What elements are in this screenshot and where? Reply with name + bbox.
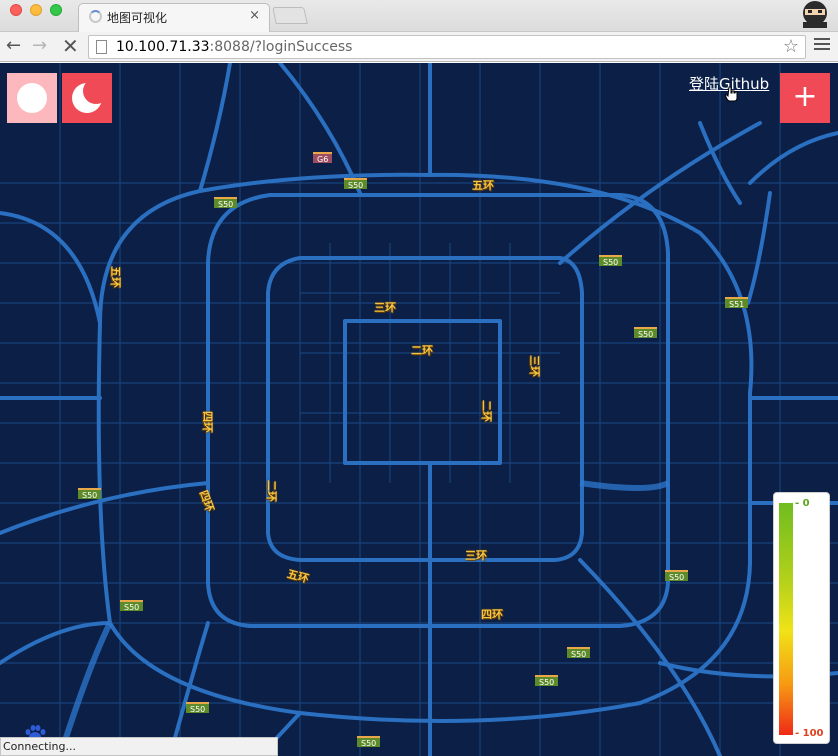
road-label: 五环 bbox=[109, 266, 122, 288]
highway-shield: G6 bbox=[313, 152, 333, 164]
hand-cursor-icon bbox=[725, 86, 738, 102]
bookmark-star-icon[interactable]: ☆ bbox=[783, 36, 799, 57]
road-label: 三环 bbox=[374, 301, 396, 314]
back-button[interactable]: ← bbox=[6, 36, 21, 56]
browser-toolbar: ← → ✕ 10.100.71.33:8088/?loginSuccess ☆ bbox=[0, 32, 838, 62]
road-label: 二环 bbox=[411, 344, 433, 357]
highway-shield: S50 bbox=[186, 702, 210, 714]
minimize-window-button[interactable] bbox=[30, 4, 42, 16]
highway-shield: S50 bbox=[665, 570, 689, 582]
road-label: 三环 bbox=[465, 549, 487, 562]
sun-icon bbox=[17, 83, 47, 113]
loading-spinner-icon bbox=[89, 10, 102, 23]
traffic-map[interactable]: G6 S50 S50 S50 S51 S50 S50 S50 S50 S50 S… bbox=[0, 63, 838, 756]
browser-status-bar: Connecting... bbox=[0, 737, 278, 756]
url-host: 10.100.71.33 bbox=[116, 39, 210, 55]
day-mode-button[interactable] bbox=[7, 73, 57, 123]
add-button[interactable]: + bbox=[780, 73, 830, 123]
highway-shield: S50 bbox=[567, 647, 591, 659]
highway-shield: S50 bbox=[535, 675, 559, 687]
legend-max-label: - 0 bbox=[795, 498, 810, 509]
road-label: 四环 bbox=[201, 411, 214, 433]
highway-shield: S50 bbox=[634, 327, 658, 339]
url-text[interactable]: 10.100.71.33:8088/?loginSuccess bbox=[116, 39, 352, 55]
close-window-button[interactable] bbox=[10, 4, 22, 16]
highway-shield: S50 bbox=[357, 736, 381, 748]
forward-button[interactable]: → bbox=[32, 36, 47, 56]
highway-shield: S50 bbox=[120, 600, 144, 612]
legend-min-label: - 100 bbox=[795, 728, 824, 739]
road-label: 二环 bbox=[480, 400, 493, 422]
browser-menu-icon[interactable] bbox=[814, 38, 830, 52]
road-label: 三环 bbox=[528, 355, 541, 377]
browser-titlebar: 地图可视化 × bbox=[0, 0, 838, 32]
road-network bbox=[0, 63, 838, 756]
profile-avatar-icon[interactable] bbox=[800, 0, 830, 28]
legend-gradient-bar bbox=[779, 503, 793, 735]
new-tab-button[interactable] bbox=[272, 7, 308, 24]
highway-shield: S50 bbox=[344, 178, 368, 190]
url-path: :8088/?loginSuccess bbox=[209, 39, 353, 55]
page-icon bbox=[96, 40, 107, 54]
night-mode-button[interactable] bbox=[62, 73, 112, 123]
tab-title: 地图可视化 bbox=[107, 11, 168, 25]
highway-shield: S50 bbox=[214, 197, 238, 209]
road-label: 四环 bbox=[481, 608, 503, 621]
tab-close-button[interactable]: × bbox=[249, 8, 260, 23]
moon-icon-mask bbox=[83, 78, 109, 104]
congestion-legend: - 0 - 100 bbox=[773, 492, 830, 744]
browser-tab[interactable]: 地图可视化 × bbox=[78, 3, 270, 32]
road-label: 二环 bbox=[265, 480, 278, 502]
highway-shield: S51 bbox=[725, 297, 749, 309]
address-bar[interactable]: 10.100.71.33:8088/?loginSuccess ☆ bbox=[88, 35, 806, 59]
highway-shield: S50 bbox=[78, 488, 102, 500]
maximize-window-button[interactable] bbox=[50, 4, 62, 16]
stop-loading-button[interactable]: ✕ bbox=[62, 36, 79, 56]
highway-shield: S50 bbox=[599, 255, 623, 267]
road-label: 五环 bbox=[472, 179, 494, 192]
